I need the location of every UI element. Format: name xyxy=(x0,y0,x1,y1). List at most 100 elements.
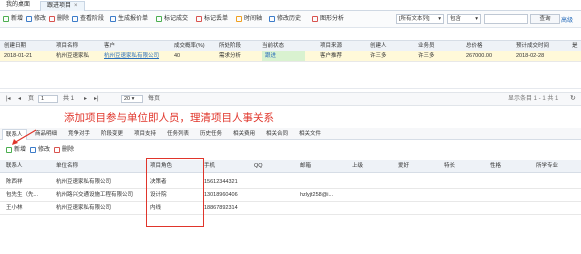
tab-task-list[interactable]: 任务列表 xyxy=(164,129,192,139)
lost-icon xyxy=(196,16,202,22)
search-input[interactable] xyxy=(484,14,528,24)
tab-label: 跟进项目 xyxy=(47,3,72,9)
header-cell[interactable]: 预计成交时间 xyxy=(516,41,570,51)
chart-analysis-label: 图形分析 xyxy=(320,16,345,22)
delete-icon xyxy=(54,147,60,153)
header-cell[interactable]: 所学专业 xyxy=(536,160,580,172)
table-row[interactable]: 王小林 杭州豆速家私有限公司 内线 18867892314 xyxy=(0,202,581,215)
match-mode-select[interactable]: 包含 ▾ xyxy=(447,14,481,24)
table-row[interactable]: 包先生（先... 杭州路兴交通设施工程有限公司 设计院 13018960406 … xyxy=(0,189,581,202)
header-cell[interactable]: 当前状态 xyxy=(262,41,302,51)
header-cell[interactable]: 业务员 xyxy=(418,41,458,51)
header-cell[interactable]: QQ xyxy=(254,160,294,172)
page-size-value: 20 xyxy=(124,96,131,102)
cell-project-name: 杭州豆速家私 xyxy=(56,53,90,59)
tab-stage-change[interactable]: 阶段变更 xyxy=(98,129,126,139)
tab-project-support[interactable]: 项目支持 xyxy=(131,129,159,139)
next-page-icon[interactable]: ▸ xyxy=(84,95,87,103)
header-cell[interactable]: 上级 xyxy=(352,160,392,172)
edit-history-label: 修改历史 xyxy=(277,16,302,22)
header-cell[interactable]: 邮箱 xyxy=(300,160,350,172)
header-cell[interactable]: 创建日期 xyxy=(4,41,54,51)
tab-related-costs[interactable]: 相关费用 xyxy=(230,129,258,139)
table-row[interactable]: 2018-01-21 杭州豆速家私 杭州豆速家私有限公司 40 需求分析 跟进 … xyxy=(0,51,581,62)
clock-icon xyxy=(236,16,242,22)
header-cell[interactable]: 是 xyxy=(572,41,581,51)
refresh-icon[interactable]: ↻ xyxy=(570,95,576,103)
generate-quote-button[interactable]: 生成报价单 xyxy=(110,14,148,24)
cell-creator: 许三多 xyxy=(370,53,387,59)
add-button[interactable]: 新增 xyxy=(3,14,23,24)
edit-icon xyxy=(26,16,32,22)
cell-email xyxy=(300,202,350,214)
stage-icon xyxy=(72,16,78,22)
cell-company: 杭州豆速家私有限公司 xyxy=(56,205,112,211)
cell-customer-link[interactable]: 杭州豆速家私有限公司 xyxy=(104,51,170,61)
first-page-icon[interactable]: |◂ xyxy=(6,95,11,103)
view-stage-label: 查看阶段 xyxy=(80,16,105,22)
cell-expected-date: 2018-02-28 xyxy=(516,53,545,59)
cell-total-price: 267000.00 xyxy=(466,53,492,59)
cell-mobile: 15612344321 xyxy=(204,179,238,185)
header-cell[interactable]: 联系人 xyxy=(6,160,54,172)
prev-page-icon[interactable]: ◂ xyxy=(18,95,21,103)
header-cell[interactable]: 特长 xyxy=(444,160,484,172)
check-icon xyxy=(156,16,162,22)
tab-follow-project[interactable]: 跟进项目 × xyxy=(40,1,85,11)
search-scope-value: [所有文本列] xyxy=(399,16,430,22)
tab-my-desktop[interactable]: 我的桌面 xyxy=(0,1,36,10)
tab-related-files[interactable]: 相关文件 xyxy=(296,129,324,139)
header-cell[interactable]: 项目来源 xyxy=(320,41,360,51)
divider xyxy=(0,88,581,89)
cell-mobile: 18867892314 xyxy=(204,205,238,211)
search-scope-select[interactable]: [所有文本列] ▾ xyxy=(396,14,444,24)
mark-lost-button[interactable]: 标记丢单 xyxy=(196,14,228,24)
annotation-arrow-icon xyxy=(12,129,37,145)
edit-button[interactable]: 修改 xyxy=(26,14,46,24)
header-cell[interactable]: 成交概率(%) xyxy=(174,41,214,51)
header-cell[interactable]: 客户 xyxy=(104,41,170,51)
table-row[interactable]: 陈西祥 杭州豆速家私有限公司 决策者 15612344321 xyxy=(0,176,581,189)
contact-delete-button[interactable]: 删除 xyxy=(54,145,74,155)
pager-status: 显示条目 1 - 1 共 1 xyxy=(508,96,559,102)
chart-analysis-button[interactable]: 图形分析 xyxy=(312,14,344,24)
cell-contact: 王小林 xyxy=(6,205,23,211)
query-button[interactable]: 查询 xyxy=(530,14,560,24)
mark-deal-label: 标记成交 xyxy=(164,16,189,22)
view-stage-button[interactable]: 查看阶段 xyxy=(72,14,104,24)
timeline-button[interactable]: 时间轴 xyxy=(236,14,262,24)
cell-status: 跟进 xyxy=(262,51,305,61)
match-mode-value: 包含 xyxy=(450,16,462,22)
page-number-input[interactable]: 1 xyxy=(38,95,58,103)
advanced-link[interactable]: 高级 xyxy=(561,15,573,24)
close-icon[interactable]: × xyxy=(74,3,78,9)
header-cell[interactable]: 所处阶段 xyxy=(219,41,259,51)
header-cell[interactable]: 创建人 xyxy=(370,41,410,51)
last-page-icon[interactable]: ▸| xyxy=(94,95,99,103)
cell-source: 客户推荐 xyxy=(320,53,343,59)
page-label: 页 xyxy=(28,96,35,102)
mark-deal-button[interactable]: 标记成交 xyxy=(156,14,188,24)
cell-contact: 包先生（先... xyxy=(6,192,39,198)
delete-button[interactable]: 删除 xyxy=(49,14,69,24)
header-cell[interactable]: 总价格 xyxy=(466,41,506,51)
tab-history-tasks[interactable]: 历史任务 xyxy=(197,129,225,139)
header-cell[interactable]: 项目名称 xyxy=(56,41,100,51)
contact-edit-label: 修改 xyxy=(38,147,51,153)
tab-bar: 我的桌面 跟进项目 × xyxy=(0,0,581,11)
header-cell[interactable]: 爱好 xyxy=(398,160,438,172)
page-size-select[interactable]: 20 ▾ xyxy=(121,95,143,103)
header-cell[interactable]: 手机 xyxy=(204,160,250,172)
cell-created-date: 2018-01-21 xyxy=(4,53,33,59)
header-cell[interactable]: 性格 xyxy=(490,160,530,172)
cell-email: hzlyjt258@i... xyxy=(300,192,334,198)
mark-lost-label: 标记丢单 xyxy=(204,16,229,22)
chevron-down-icon: ▾ xyxy=(475,16,478,22)
tab-related-contracts[interactable]: 相关合同 xyxy=(263,129,291,139)
detail-tabs: 联系人 商品明细 竞争对手 阶段变更 项目支持 任务列表 历史任务 相关费用 相… xyxy=(0,128,581,140)
tab-competitors[interactable]: 竞争对手 xyxy=(65,129,93,139)
header-cell[interactable]: 单位名称 xyxy=(56,160,144,172)
edit-history-button[interactable]: 修改历史 xyxy=(269,14,301,24)
cell-probability: 40 xyxy=(174,53,181,59)
contacts-header: 联系人 单位名称 项目角色 手机 QQ 邮箱 上级 爱好 特长 性格 所学专业 xyxy=(0,160,581,173)
